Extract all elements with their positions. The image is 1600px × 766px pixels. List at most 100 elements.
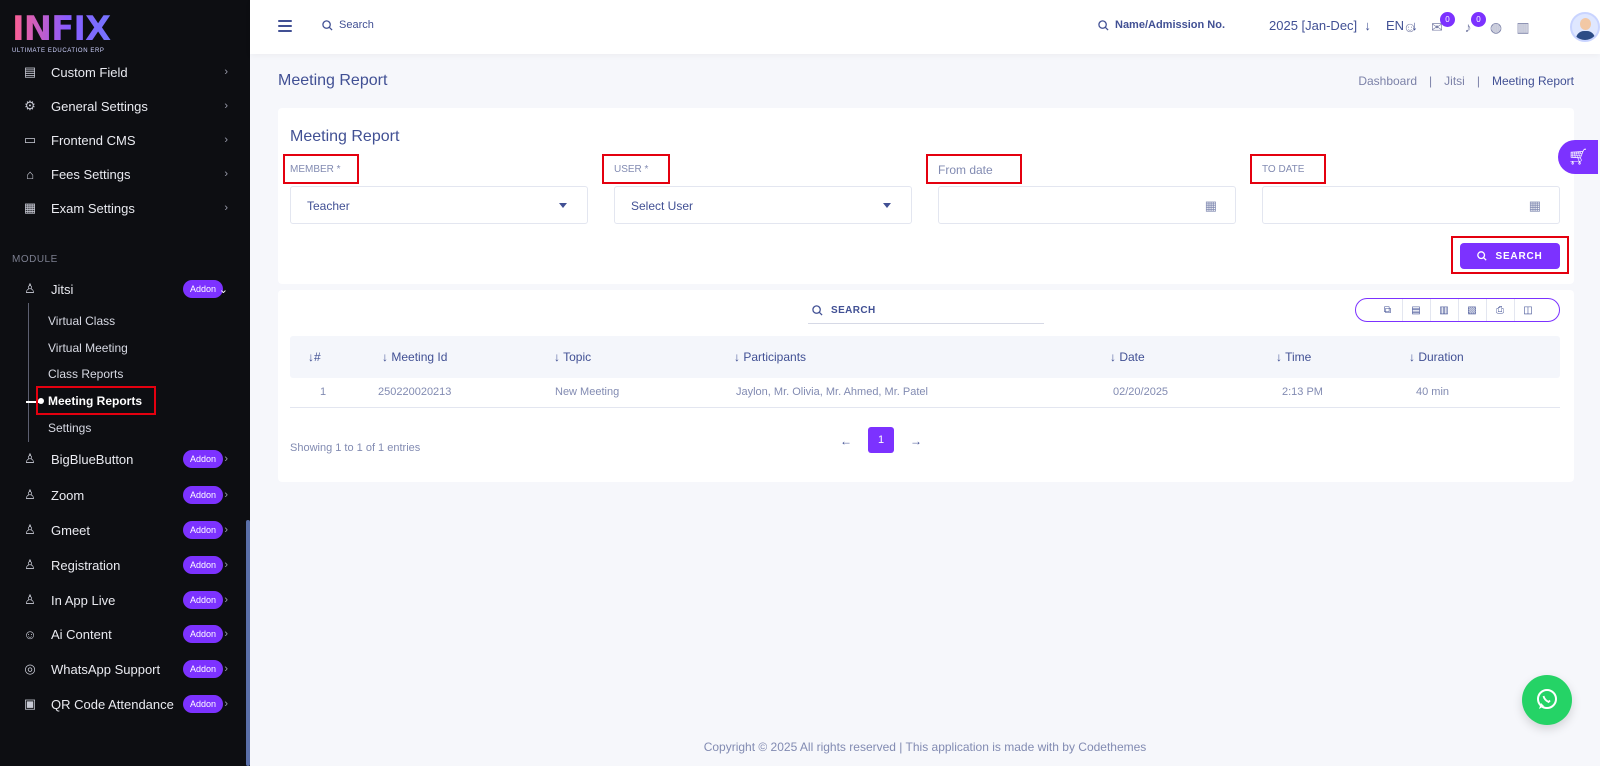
whatsapp-icon: ◎: [24, 661, 36, 676]
bell-icon[interactable]: ♪ 0: [1458, 12, 1486, 37]
submenu-settings[interactable]: Settings: [48, 421, 91, 435]
page-title: Meeting Report: [278, 72, 388, 89]
sidebar-item-frontend-cms[interactable]: ▭ Frontend CMS ›: [0, 123, 246, 157]
submenu-virtual-class[interactable]: Virtual Class: [48, 314, 115, 328]
sidebar-item-qr-code-attendance[interactable]: ▣ QR Code Attendance Addon ›: [0, 687, 246, 721]
module-section-title: MODULE: [12, 254, 58, 265]
bank-icon: ⌂: [26, 166, 34, 182]
chevron-right-icon: ›: [224, 663, 228, 675]
to-date-input[interactable]: ▦: [1262, 186, 1560, 224]
pdf-icon[interactable]: ▧: [1457, 299, 1486, 321]
copy-icon[interactable]: ⧉: [1374, 299, 1402, 321]
column-header-duration[interactable]: ↓ Duration: [1409, 350, 1464, 364]
addon-badge: Addon: [183, 486, 224, 504]
sidebar-item-label: QR Code Attendance: [51, 696, 174, 712]
submenu-line: [28, 303, 29, 442]
sidebar-scrollbar[interactable]: [246, 520, 250, 766]
sidebar-item-label: Gmeet: [51, 522, 91, 538]
cart-button[interactable]: 🛒︎: [1558, 140, 1598, 174]
calendar-icon[interactable]: ▦: [1529, 198, 1541, 214]
menu-toggle-icon[interactable]: [278, 20, 292, 32]
cell-number: 1: [320, 386, 327, 398]
chart-icon[interactable]: ▥: [1513, 17, 1533, 37]
column-header-participants[interactable]: ↓ Participants: [734, 350, 806, 364]
app-logo[interactable]: INFIX ULTIMATE EDUCATION ERP: [12, 12, 122, 58]
footer-copyright: Copyright © 2025 All rights reserved | T…: [703, 740, 1147, 754]
member-label: MEMBER *: [290, 164, 341, 175]
excel-icon[interactable]: ▤: [1401, 299, 1430, 321]
qr-code-icon: ▣: [23, 696, 37, 711]
whatsapp-chat-button[interactable]: [1522, 675, 1572, 725]
search-button[interactable]: SEARCH: [1460, 243, 1560, 269]
student-search-input[interactable]: Name/Admission No.: [1098, 19, 1225, 31]
student-search-placeholder: Name/Admission No.: [1115, 19, 1226, 31]
sidebar-item-bigbluebutton[interactable]: ♙ BigBlueButton Addon ›: [0, 442, 246, 476]
breadcrumb-current: Meeting Report: [1491, 74, 1574, 88]
columns-icon[interactable]: ◫: [1513, 299, 1542, 321]
desktop-icon: ▭: [23, 132, 37, 147]
column-header-date[interactable]: ↓ Date: [1110, 350, 1145, 364]
previous-page-icon[interactable]: ←: [840, 434, 852, 448]
results-card: SEARCH ⧉ ▤ ▥ ▧ ⎙ ◫ ↓# ↓ Meeting Id ↓ Top…: [278, 290, 1574, 482]
column-header-topic[interactable]: ↓ Topic: [554, 350, 591, 364]
submenu-class-reports[interactable]: Class Reports: [48, 367, 123, 381]
column-header-meeting-id[interactable]: ↓ Meeting Id: [382, 350, 447, 364]
export-toolbar: ⧉ ▤ ▥ ▧ ⎙ ◫: [1355, 298, 1560, 322]
breadcrumb-separator: |: [1429, 74, 1433, 88]
to-date-label: TO DATE: [1262, 164, 1305, 175]
logo-wordmark: INFIX: [12, 12, 122, 46]
academic-year-select[interactable]: 2025 [Jan-Dec] ↓: [1269, 18, 1371, 33]
academic-year-value: 2025 [Jan-Dec]: [1269, 18, 1358, 33]
table-header: ↓# ↓ Meeting Id ↓ Topic ↓ Participants ↓…: [290, 336, 1560, 378]
page-number-current[interactable]: 1: [868, 427, 894, 453]
sidebar-item-whatsapp-support[interactable]: ◎ WhatsApp Support Addon ›: [0, 652, 246, 686]
cell-topic: New Meeting: [555, 386, 620, 398]
sidebar-item-registration[interactable]: ♙ Registration Addon ›: [0, 548, 246, 582]
search-icon: [322, 19, 333, 31]
chevron-right-icon: ›: [224, 524, 228, 536]
avatar[interactable]: [1570, 12, 1600, 42]
member-select[interactable]: Teacher: [290, 186, 588, 224]
column-header-number[interactable]: ↓#: [308, 350, 321, 364]
sidebar-item-custom-field[interactable]: ▤ Custom Field ›: [0, 55, 246, 89]
column-header-time[interactable]: ↓ Time: [1276, 350, 1311, 364]
messages-icon[interactable]: ✉ 0: [1427, 12, 1455, 37]
sidebar-item-label: Zoom: [51, 487, 85, 503]
sidebar-item-zoom[interactable]: ♙ Zoom Addon ›: [0, 478, 246, 512]
submenu-meeting-reports[interactable]: Meeting Reports: [48, 394, 142, 408]
chevron-right-icon: ›: [224, 559, 228, 571]
chevron-right-icon: ›: [224, 168, 228, 180]
robot-icon[interactable]: ☺: [1400, 17, 1420, 37]
clipboard-icon: ▦: [23, 200, 37, 215]
cell-duration: 40 min: [1416, 386, 1450, 398]
id-card-icon: ▤: [23, 64, 37, 79]
sidebar-item-label: In App Live: [51, 592, 116, 608]
breadcrumb-jitsi[interactable]: Jitsi: [1444, 74, 1465, 88]
video-person-icon: ♙: [24, 451, 36, 466]
addon-badge: Addon: [183, 280, 224, 298]
sidebar-item-general-settings[interactable]: ⚙ General Settings ›: [0, 89, 246, 123]
table-search-input[interactable]: SEARCH: [808, 298, 1044, 324]
sidebar-item-in-app-live[interactable]: ♙ In App Live Addon ›: [0, 583, 246, 617]
print-icon[interactable]: ⎙: [1485, 299, 1514, 321]
csv-icon[interactable]: ▥: [1429, 299, 1458, 321]
table-search-placeholder: SEARCH: [831, 305, 876, 316]
sidebar-item-label: BigBlueButton: [51, 451, 134, 467]
sidebar-item-exam-settings[interactable]: ▦ Exam Settings ›: [0, 191, 246, 225]
sidebar-item-ai-content[interactable]: ☺ Ai Content Addon ›: [0, 617, 246, 651]
user-select[interactable]: Select User: [614, 186, 912, 224]
calendar-icon[interactable]: ▦: [1205, 198, 1217, 214]
search-button-label: SEARCH: [1495, 250, 1543, 262]
breadcrumb-dashboard[interactable]: Dashboard: [1358, 74, 1417, 88]
sidebar-item-gmeet[interactable]: ♙ Gmeet Addon ›: [0, 513, 246, 547]
chevron-right-icon: ›: [224, 453, 228, 465]
header-search[interactable]: Search: [322, 19, 374, 31]
next-page-icon[interactable]: →: [910, 434, 922, 448]
from-date-input[interactable]: ▦: [938, 186, 1236, 224]
cell-time: 2:13 PM: [1282, 386, 1323, 398]
globe-icon[interactable]: ◍: [1486, 17, 1506, 37]
sidebar-item-jitsi[interactable]: ♙ Jitsi Addon ⌄: [0, 272, 246, 306]
sidebar-item-fees-settings[interactable]: ⌂ Fees Settings ›: [0, 157, 246, 191]
submenu-virtual-meeting[interactable]: Virtual Meeting: [48, 341, 128, 355]
filter-card: Meeting Report MEMBER * Teacher USER * S…: [278, 108, 1574, 284]
